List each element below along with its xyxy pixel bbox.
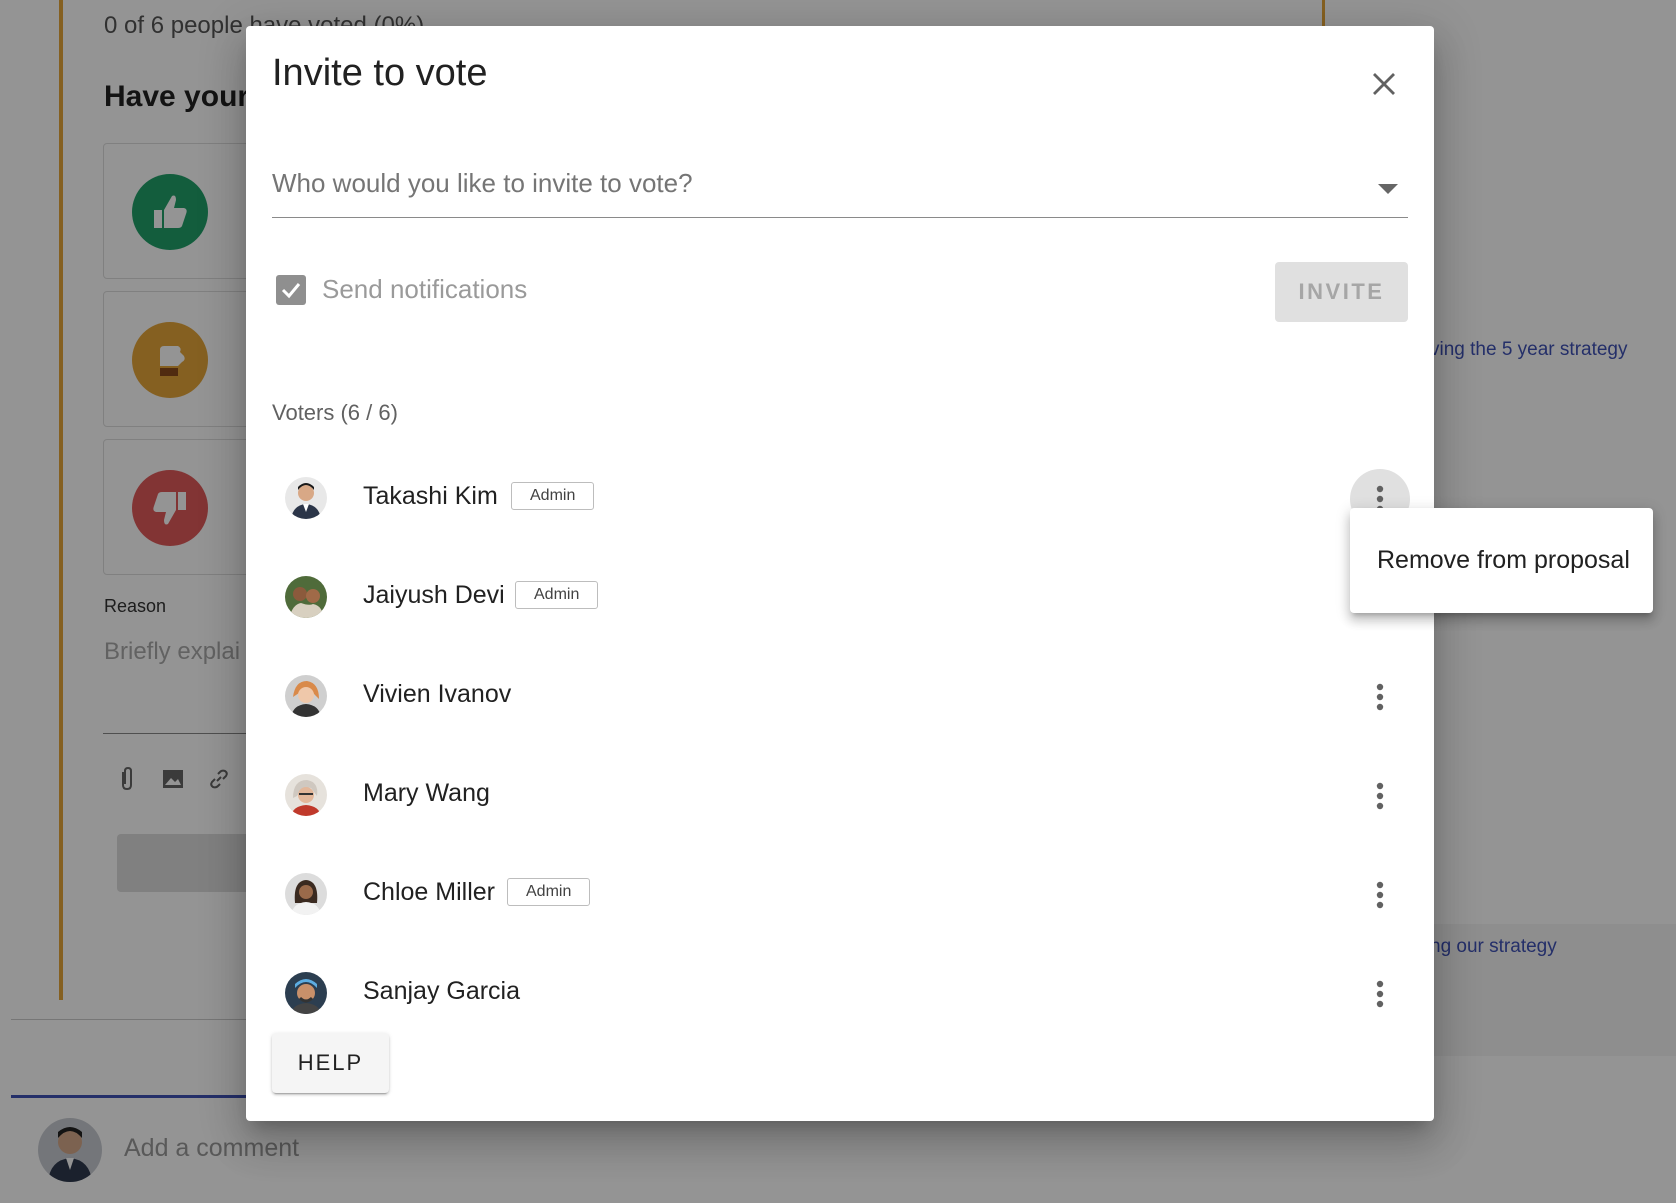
more-vert-icon [1376, 782, 1384, 810]
checkmark-icon [281, 283, 301, 299]
notification-row: Send notifications INVITE [272, 262, 1408, 332]
voter-name: Vivien Ivanov [363, 680, 512, 708]
voter-row: Chloe Miller Admin [272, 846, 1408, 945]
admin-badge: Admin [511, 482, 595, 510]
send-notifications-label[interactable]: Send notifications [322, 274, 527, 305]
voter-menu-button[interactable] [1350, 964, 1410, 1024]
avatar [285, 972, 327, 1014]
close-button[interactable] [1354, 54, 1414, 114]
avatar [285, 576, 327, 618]
voters-heading: Voters (6 / 6) [272, 400, 398, 425]
avatar [285, 477, 327, 519]
voter-name: Chloe Miller [363, 878, 495, 906]
more-vert-icon [1376, 683, 1384, 711]
voter-menu-button[interactable] [1350, 667, 1410, 727]
voter-row: Takashi Kim Admin [272, 450, 1410, 549]
voter-name: Takashi Kim [363, 482, 498, 510]
admin-badge: Admin [507, 878, 591, 906]
voter-name: Sanjay Garcia [363, 977, 521, 1005]
admin-badge: Admin [515, 581, 599, 609]
voter-row: Mary Wang [272, 747, 1408, 846]
avatar [285, 774, 327, 816]
more-vert-icon [1376, 881, 1384, 909]
voter-menu-button[interactable] [1350, 766, 1410, 826]
voter-row: Jaiyush Devi Admin [272, 549, 1408, 648]
voter-row: Vivien Ivanov [272, 648, 1408, 747]
voter-context-menu: Remove from proposal [1350, 508, 1653, 613]
chevron-down-icon[interactable] [1378, 184, 1398, 194]
voter-list: Takashi Kim Admin Jaiyush Devi Admin Viv… [272, 450, 1410, 1044]
menu-item-remove-from-proposal[interactable]: Remove from proposal [1350, 508, 1653, 613]
close-icon [1373, 73, 1395, 95]
send-notifications-checkbox[interactable] [276, 275, 306, 305]
help-button[interactable]: HELP [272, 1033, 389, 1093]
more-vert-icon [1376, 980, 1384, 1008]
dialog-title: Invite to vote [272, 52, 488, 94]
avatar [285, 873, 327, 915]
voter-name: Jaiyush Devi [363, 581, 505, 609]
invite-to-vote-dialog: Invite to vote Who would you like to inv… [246, 26, 1434, 1121]
voter-menu-button[interactable] [1350, 865, 1410, 925]
avatar [285, 675, 327, 717]
voter-name: Mary Wang [363, 779, 490, 807]
invite-button[interactable]: INVITE [1275, 262, 1408, 322]
invite-select-placeholder: Who would you like to invite to vote? [272, 168, 693, 198]
voter-row: Sanjay Garcia [272, 945, 1408, 1044]
invite-select[interactable]: Who would you like to invite to vote? [272, 144, 1408, 218]
